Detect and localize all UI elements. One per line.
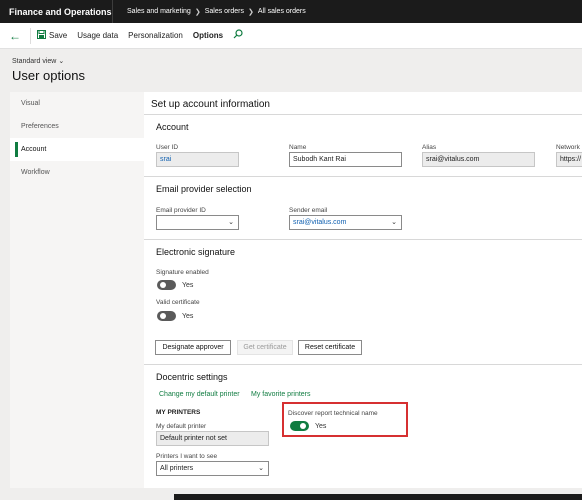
- default-printer-label: My default printer: [156, 423, 207, 430]
- account-heading: Account: [156, 122, 189, 132]
- breadcrumb-item-sales-marketing[interactable]: Sales and marketing: [127, 8, 191, 15]
- name-field[interactable]: Subodh Kant Rai: [289, 152, 402, 167]
- signature-enabled-label: Signature enabled: [156, 269, 209, 276]
- esignature-heading: Electronic signature: [156, 247, 236, 257]
- search-icon[interactable]: [233, 29, 243, 42]
- network-field[interactable]: https://: [556, 152, 582, 167]
- printers-to-see-value: All printers: [160, 465, 194, 472]
- docentric-heading: Docentric settings: [156, 372, 228, 382]
- user-id-label: User ID: [156, 144, 179, 151]
- signature-enabled-toggle[interactable]: [157, 280, 176, 290]
- account-group-header[interactable]: Account: [144, 114, 582, 132]
- signature-enabled-toggle-row: Yes: [157, 280, 193, 290]
- alias-value: srai@vitalus.com: [426, 156, 480, 163]
- email-provider-id-label: Email provider ID: [156, 207, 206, 214]
- reset-certificate-button[interactable]: Reset certificate: [298, 340, 362, 355]
- alias-label: Alias: [422, 144, 437, 151]
- sender-email-label: Sender email: [289, 207, 328, 214]
- signature-enabled-value: Yes: [182, 281, 194, 289]
- docentric-group-header[interactable]: Docentric settings: [144, 364, 582, 382]
- alias-field[interactable]: srai@vitalus.com: [422, 152, 535, 167]
- account-content-panel: Set up account information Account User …: [144, 92, 582, 488]
- valid-certificate-toggle-row: Yes: [157, 311, 193, 321]
- email-provider-id-select[interactable]: ⌄: [156, 215, 239, 230]
- usage-data-button[interactable]: Usage data: [77, 23, 118, 49]
- vertical-tabs: Visual Preferences Account Workflow: [10, 92, 144, 488]
- breadcrumb-item-all-sales-orders[interactable]: All sales orders: [258, 8, 306, 15]
- user-id-value: srai: [160, 156, 172, 163]
- view-label: Standard view: [12, 58, 57, 65]
- email-provider-group-header[interactable]: Email provider selection: [144, 176, 582, 194]
- toggle-knob: [300, 423, 306, 429]
- options-label: Options: [192, 31, 224, 40]
- highlight-box: [282, 402, 408, 437]
- printers-to-see-select[interactable]: All printers ⌄: [156, 461, 269, 476]
- chevron-down-icon: ⌄: [58, 58, 65, 65]
- save-button[interactable]: Save: [37, 23, 67, 49]
- app-title[interactable]: Finance and Operations: [0, 7, 112, 17]
- get-certificate-button: Get certificate: [237, 340, 293, 355]
- toggle-knob: [160, 313, 166, 319]
- personalization-label: Personalization: [128, 31, 183, 40]
- chevron-down-icon: ⌄: [258, 465, 264, 472]
- my-printers-heading: MY PRINTERS: [156, 409, 201, 416]
- tab-preferences[interactable]: Preferences: [10, 115, 144, 138]
- esignature-group-header[interactable]: Electronic signature: [144, 239, 582, 257]
- breadcrumb-item-sales-orders[interactable]: Sales orders: [205, 8, 244, 15]
- printers-to-see-label: Printers I want to see: [156, 453, 218, 460]
- tab-workflow[interactable]: Workflow: [10, 161, 144, 184]
- chevron-right-icon: ❯: [248, 8, 254, 16]
- top-navigation-bar: Finance and Operations Sales and marketi…: [0, 0, 582, 23]
- taskbar-strip: [174, 494, 582, 500]
- options-button[interactable]: Options: [193, 23, 223, 49]
- favorite-printers-link[interactable]: My favorite printers: [251, 391, 311, 398]
- sender-email-select[interactable]: srai@vitalus.com ⌄: [289, 215, 402, 230]
- valid-certificate-label: Valid certificate: [156, 299, 200, 306]
- user-id-field[interactable]: srai: [156, 152, 239, 167]
- tab-label: Visual: [21, 100, 40, 107]
- personalization-button[interactable]: Personalization: [128, 23, 183, 49]
- usage-data-label: Usage data: [77, 31, 119, 40]
- valid-certificate-toggle[interactable]: [157, 311, 176, 321]
- name-value: Subodh Kant Rai: [293, 156, 346, 163]
- save-icon: [37, 30, 46, 41]
- breadcrumb: Sales and marketing ❯ Sales orders ❯ All…: [113, 8, 306, 16]
- sender-email-value: srai@vitalus.com: [293, 219, 347, 226]
- action-divider: [30, 27, 31, 44]
- back-arrow-icon[interactable]: ←: [6, 29, 24, 43]
- tab-label: Preferences: [21, 123, 59, 130]
- discover-technical-name-toggle[interactable]: [290, 421, 309, 431]
- designate-approver-button[interactable]: Designate approver: [155, 340, 231, 355]
- network-value: https://: [560, 156, 582, 163]
- chevron-right-icon: ❯: [194, 8, 201, 16]
- view-selector[interactable]: Standard view ⌄: [12, 57, 64, 65]
- tab-account[interactable]: Account: [10, 138, 144, 161]
- change-default-printer-link[interactable]: Change my default printer: [159, 391, 240, 398]
- toggle-knob: [160, 282, 166, 288]
- valid-certificate-value: Yes: [182, 312, 194, 320]
- discover-technical-name-toggle-row: Yes: [290, 421, 326, 431]
- chevron-down-icon: ⌄: [391, 219, 397, 226]
- action-pane: ← Save Usage data Personalization Option…: [0, 23, 582, 49]
- default-printer-field[interactable]: Default printer not set: [156, 431, 269, 446]
- network-label: Network: [556, 144, 580, 151]
- save-label: Save: [49, 31, 68, 40]
- email-provider-heading: Email provider selection: [156, 184, 252, 194]
- tab-visual[interactable]: Visual: [10, 92, 144, 115]
- page-title: User options: [12, 68, 85, 83]
- name-label: Name: [289, 144, 307, 151]
- tab-label: Account: [21, 146, 47, 153]
- discover-technical-name-label: Discover report technical name: [288, 410, 378, 417]
- discover-technical-name-value: Yes: [315, 422, 327, 430]
- default-printer-value: Default printer not set: [160, 435, 227, 442]
- tab-label: Workflow: [21, 169, 50, 176]
- chevron-down-icon: ⌄: [228, 219, 234, 226]
- section-title: Set up account information: [151, 99, 270, 110]
